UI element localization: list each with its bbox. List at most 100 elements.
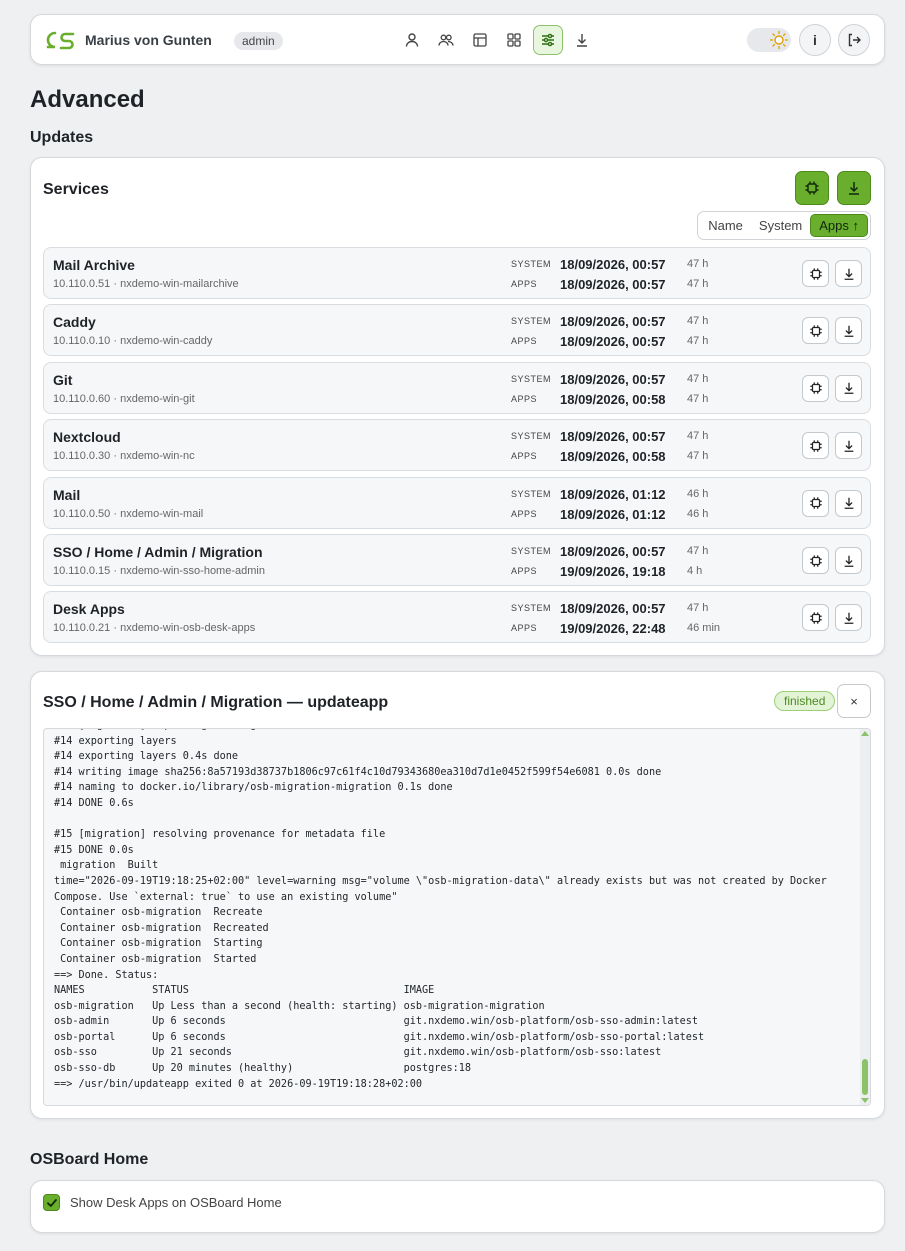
- apps-updated-date: 18/09/2026, 00:57: [560, 334, 666, 350]
- nav-download-icon[interactable]: [567, 25, 597, 55]
- chip-icon: [809, 496, 823, 510]
- update-system-button[interactable]: [802, 489, 829, 517]
- service-ip: 10.110.0.30: [53, 450, 111, 463]
- system-updated-age: 46 h: [687, 487, 709, 500]
- separator-dot: ·: [110, 335, 121, 348]
- job-log-card: SSO / Home / Admin / Migration — updatea…: [30, 671, 885, 1119]
- sun-icon: [769, 30, 789, 50]
- chip-icon: [809, 267, 823, 281]
- show-desk-apps-checkbox[interactable]: [43, 1194, 60, 1211]
- chip-icon: [809, 439, 823, 453]
- separator-dot: ·: [110, 565, 121, 577]
- update-apps-button[interactable]: [835, 317, 862, 345]
- update-system-button[interactable]: [802, 374, 829, 402]
- log-line: osb-migration Up Less than a second (hea…: [54, 1000, 545, 1012]
- service-name: Git: [53, 371, 73, 388]
- job-title: SSO / Home / Admin / Migration — updatea…: [43, 694, 389, 711]
- log-scrollbar[interactable]: [860, 729, 870, 1105]
- apps-updated-date: 19/09/2026, 19:18: [560, 564, 666, 579]
- system-updated-date: 18/09/2026, 01:12: [560, 486, 666, 502]
- scroll-down-icon[interactable]: [861, 1098, 869, 1103]
- info-icon: i: [813, 32, 817, 48]
- update-apps-button[interactable]: [835, 374, 862, 402]
- system-label: SYSTEM: [511, 259, 552, 269]
- log-line: #14 writing image sha256:8a57193d38737b1…: [54, 766, 662, 778]
- service-host: nxdemo-win-nc: [120, 450, 195, 463]
- update-all-apps-button[interactable]: [837, 171, 871, 205]
- apps-updated-age: 47 h: [687, 392, 709, 405]
- close-button[interactable]: ×: [837, 684, 871, 718]
- nav-user-icon[interactable]: [397, 25, 427, 55]
- theme-toggle[interactable]: [747, 28, 791, 52]
- service-name: SSO / Home / Admin / Migration: [53, 544, 263, 560]
- update-system-button[interactable]: [802, 317, 829, 345]
- show-desk-apps-option[interactable]: Show Desk Apps on OSBoard Home: [43, 1194, 282, 1211]
- service-host: nxdemo-win-mail: [120, 507, 204, 520]
- log-line: osb-sso Up 21 seconds git.nxdemo.win/osb…: [54, 1047, 662, 1059]
- logout-button[interactable]: [838, 24, 870, 56]
- log-output[interactable]: #14 [migration] exporting to image#14 ex…: [43, 728, 871, 1106]
- sort-name-option[interactable]: Name: [700, 214, 751, 237]
- nav-users-icon[interactable]: [431, 25, 461, 55]
- service-ip: 10.110.0.10: [53, 335, 111, 348]
- sort-apps-option[interactable]: Apps ↑: [810, 214, 868, 237]
- system-label: SYSTEM: [511, 431, 552, 442]
- log-line: Container osb-migration Recreate: [54, 907, 263, 919]
- log-line: #14 DONE 0.6s: [54, 797, 134, 809]
- service-row: Git 10.110.0.60 · nxdemo-win-git SYSTEM 18/…: [43, 361, 871, 414]
- log-line: NAMES STATUS IMAGE: [54, 985, 435, 997]
- osboard-logo[interactable]: [44, 29, 76, 51]
- service-host: nxdemo-win-osb-desk-apps: [120, 622, 256, 635]
- service-ip: 10.110.0.15: [53, 565, 111, 577]
- service-name: Nextcloud: [53, 429, 121, 446]
- scroll-up-icon[interactable]: [861, 731, 869, 736]
- update-apps-button[interactable]: [835, 547, 862, 574]
- log-line: Container osb-migration Started: [54, 953, 257, 965]
- apps-updated-date: 18/09/2026, 00:57: [560, 277, 666, 292]
- chip-icon: [809, 611, 823, 625]
- log-line: #14 exporting layers 0.4s done: [54, 751, 239, 763]
- update-system-button[interactable]: [802, 547, 829, 574]
- chip-icon: [809, 324, 823, 338]
- update-apps-button[interactable]: [835, 489, 862, 517]
- update-apps-button[interactable]: [835, 604, 862, 632]
- sort-system-option[interactable]: System: [751, 214, 810, 237]
- log-line: time="2026-09-19T19:18:25+02:00" level=w…: [54, 875, 827, 887]
- service-address: 10.110.0.30 · nxdemo-win-nc: [53, 450, 195, 462]
- service-row: Caddy 10.110.0.10 · nxdemo-win-caddy SYSTE…: [43, 304, 871, 357]
- update-apps-button[interactable]: [835, 260, 862, 287]
- apps-updated-date: 18/09/2026, 00:58: [560, 449, 666, 465]
- apps-updated-age: 4 h: [687, 565, 703, 577]
- separator-dot: ·: [110, 392, 121, 405]
- apps-updated-date: 19/09/2026, 22:48: [560, 621, 666, 637]
- service-host: nxdemo-win-git: [120, 392, 195, 405]
- update-system-button[interactable]: [802, 260, 829, 287]
- log-line: Compose. Use `external: true` to use an …: [54, 891, 398, 903]
- update-apps-button[interactable]: [835, 432, 862, 460]
- service-host: nxdemo-win-mailarchive: [120, 278, 239, 290]
- system-updated-age: 47 h: [687, 258, 709, 270]
- services-title: Services: [43, 181, 109, 198]
- log-line: Container osb-migration Recreated: [54, 922, 269, 934]
- service-address: 10.110.0.21 · nxdemo-win-osb-desk-apps: [53, 622, 255, 634]
- service-address: 10.110.0.15 · nxdemo-win-sso-home-admin: [53, 565, 265, 577]
- apps-updated-age: 47 h: [687, 450, 709, 463]
- nav-sliders-icon[interactable]: [533, 25, 563, 55]
- apps-label: APPS: [511, 393, 538, 404]
- download-icon: [842, 324, 856, 338]
- scroll-thumb[interactable]: [862, 1059, 868, 1095]
- service-address: 10.110.0.60 · nxdemo-win-git: [53, 393, 195, 405]
- checkmark-icon: [46, 1198, 57, 1207]
- update-system-button[interactable]: [802, 604, 829, 632]
- system-updated-age: 47 h: [687, 430, 709, 443]
- update-system-button[interactable]: [802, 432, 829, 460]
- update-all-system-button[interactable]: [795, 171, 829, 205]
- nav-grid-icon[interactable]: [499, 25, 529, 55]
- updates-heading: Updates: [30, 129, 94, 146]
- separator-dot: ·: [110, 507, 121, 520]
- service-address: 10.110.0.50 · nxdemo-win-mail: [53, 508, 203, 520]
- info-button[interactable]: i: [799, 24, 831, 56]
- nav-layout-icon[interactable]: [465, 25, 495, 55]
- system-updated-date: 18/09/2026, 00:57: [560, 371, 666, 387]
